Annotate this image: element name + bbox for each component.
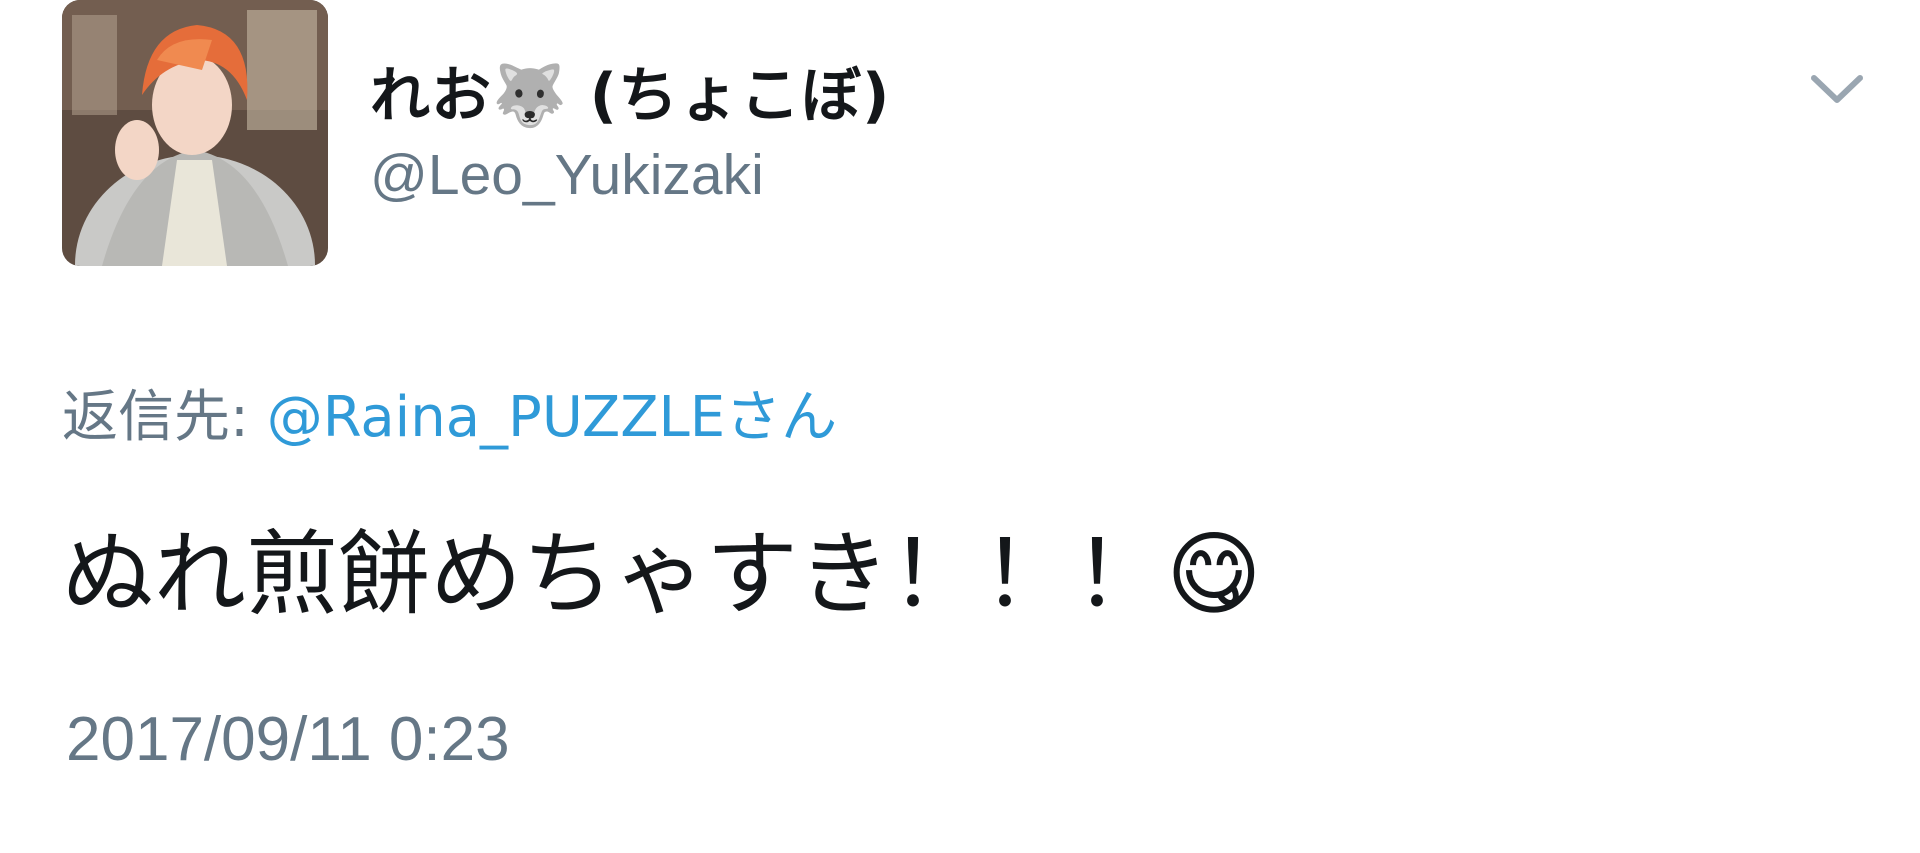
reply-user-link[interactable]: @Raina_PUZZLEさん	[267, 385, 837, 450]
reply-label: 返信先:	[62, 385, 249, 450]
avatar-photo	[62, 0, 328, 266]
chevron-down-icon[interactable]	[1808, 70, 1866, 110]
display-name[interactable]: れお🐺 (ちょこぼ)	[370, 47, 890, 134]
tweet-text: ぬれ煎餅めちゃすき！！！😋	[62, 521, 1262, 628]
avatar[interactable]	[62, 0, 328, 266]
user-handle[interactable]: @Leo_Yukizaki	[370, 142, 764, 208]
tweet-timestamp[interactable]: 2017/09/11 0:23	[66, 704, 510, 775]
reply-context: 返信先: @Raina_PUZZLEさん	[62, 372, 837, 453]
display-name-row: れお🐺 (ちょこぼ)	[370, 40, 890, 140]
